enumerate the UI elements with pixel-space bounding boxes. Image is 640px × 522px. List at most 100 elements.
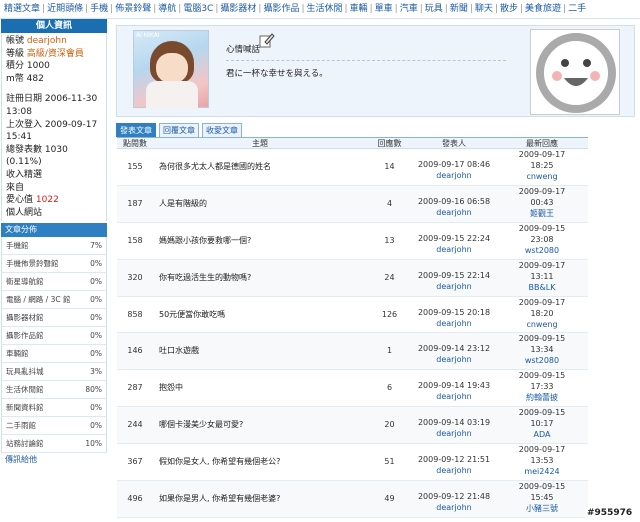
poster-cell: 2009-09-17 08:46 dearjohn <box>412 149 496 185</box>
article-category-row[interactable]: 手機館 7% <box>1 237 107 256</box>
nav-separator: | <box>258 4 262 14</box>
nav-separator: | <box>519 4 523 14</box>
nav-link[interactable]: 聊天 <box>475 4 493 14</box>
post-date: 2009-09-16 06:58 <box>417 196 491 206</box>
last-reply-time: 13:34 <box>530 345 554 355</box>
post-date: 2009-09-15 20:18 <box>417 307 491 317</box>
nav-link[interactable]: 手機 <box>90 4 108 14</box>
poster-cell: 2009-09-15 20:18 dearjohn <box>412 297 496 333</box>
article-distribution-title: 文章分佈 <box>1 223 107 238</box>
post-date: 2009-09-17 08:46 <box>417 160 491 169</box>
poster-link[interactable]: dearjohn <box>412 170 496 181</box>
last-reply-user[interactable]: mei2424 <box>496 466 588 477</box>
nav-link[interactable]: 車輛 <box>350 4 368 14</box>
article-category-row[interactable]: 衛星導航館 0% <box>1 273 107 292</box>
category-percent: 0% <box>90 277 102 287</box>
nav-link[interactable]: 攝影作品 <box>263 4 299 14</box>
poster-link[interactable]: dearjohn <box>412 428 496 439</box>
nav-link[interactable]: 散步 <box>500 4 518 14</box>
nav-separator: | <box>215 4 219 14</box>
poster-link[interactable]: dearjohn <box>412 391 496 402</box>
nav-link[interactable]: 二手 <box>568 4 586 14</box>
article-category-row[interactable]: 電腦 / 網路 / 3C 館 0% <box>1 291 107 310</box>
last-reply-cell: 2009-09-17 13:11 BB&LK <box>496 260 588 296</box>
nav-link[interactable]: 玩具 <box>425 4 443 14</box>
poster-link[interactable]: dearjohn <box>412 281 496 292</box>
topic-link[interactable]: 為何很多尤太人都是德國的姓名 <box>153 149 367 185</box>
topic-link[interactable]: 抱怨中 <box>153 370 367 406</box>
nav-link[interactable]: 導航 <box>158 4 176 14</box>
article-category-row[interactable]: 手機佈景鈴聲館 0% <box>1 255 107 274</box>
poster-link[interactable]: dearjohn <box>412 207 496 218</box>
article-category-row[interactable]: 車輛館 0% <box>1 345 107 364</box>
nav-separator: | <box>494 4 498 14</box>
article-category-row[interactable]: 新聞資料館 0% <box>1 399 107 418</box>
header-last-reply[interactable]: 最新回應 <box>496 138 588 148</box>
nav-separator: | <box>110 4 114 14</box>
last-reply-user[interactable]: cnweng <box>496 319 588 330</box>
nav-link[interactable]: 汽車 <box>400 4 418 14</box>
views-cell: 187 <box>127 198 143 208</box>
nav-link[interactable]: 美食旅遊 <box>525 4 561 14</box>
edit-icon[interactable] <box>259 32 275 48</box>
post-date: 2009-09-14 19:43 <box>417 381 491 391</box>
topic-link[interactable]: 你有吃過活生生的動物嗎? <box>153 260 367 296</box>
poster-link[interactable]: dearjohn <box>412 318 496 329</box>
last-reply-user[interactable]: wst2080 <box>496 245 588 256</box>
category-name: 攝影作品館 <box>6 331 44 341</box>
last-reply-user[interactable]: 小豬三號 <box>496 503 588 514</box>
nav-link[interactable]: 生活休閒 <box>307 4 343 14</box>
nav-link[interactable]: 新聞 <box>450 4 468 14</box>
article-category-row[interactable]: 二手雨館 0% <box>1 417 107 436</box>
poster-link[interactable]: dearjohn <box>412 244 496 255</box>
topic-link[interactable]: 哪個卡漫美少女最可愛? <box>153 407 367 443</box>
topic-link[interactable]: 如果你是男人, 你希望有幾個老婆? <box>153 481 367 517</box>
topic-link[interactable]: 媽媽跟小孩你要救哪一個? <box>153 223 367 259</box>
article-category-row[interactable]: 攝影器材館 0% <box>1 309 107 328</box>
nav-separator: | <box>178 4 182 14</box>
nav-link[interactable]: 電腦3C <box>183 4 213 14</box>
send-message-link[interactable]: 傳訊給他 <box>1 453 107 467</box>
article-category-row[interactable]: 生活休閒館 80% <box>1 381 107 400</box>
tab-favorites[interactable]: 收愛文章 <box>202 123 242 137</box>
nav-link[interactable]: 精選文章 <box>4 4 40 14</box>
header-views[interactable]: 點閱數 <box>117 138 153 148</box>
article-category-row[interactable]: 站務討論館 10% <box>1 435 107 454</box>
topic-link[interactable]: 50元便當你敢吃嗎 <box>153 297 367 333</box>
last-reply-user[interactable]: wst2080 <box>496 355 588 366</box>
tab-replied[interactable]: 回覆文章 <box>159 123 199 137</box>
website-label[interactable]: 個人網站 <box>6 207 102 220</box>
topic-link[interactable]: 吐口水遊戲 <box>153 333 367 369</box>
article-tabs: 發表文章 回覆文章 收愛文章 <box>116 123 242 137</box>
reg-time: 13:08 <box>6 106 32 117</box>
nav-link[interactable]: 佈景鈴聲 <box>115 4 151 14</box>
category-name: 衛星導航館 <box>6 277 44 287</box>
tab-posted[interactable]: 發表文章 <box>116 123 156 137</box>
poster-link[interactable]: dearjohn <box>412 354 496 365</box>
avatar: Ai NIKAI <box>133 30 209 109</box>
topic-link[interactable]: 假如你是女人, 你希望有幾個老公? <box>153 444 367 480</box>
watermark: #955976 <box>585 508 635 518</box>
views-cell: 367 <box>127 457 143 467</box>
last-reply-user[interactable]: cnweng <box>496 171 588 182</box>
nav-link[interactable]: 近期頭條 <box>47 4 83 14</box>
views-cell: 858 <box>127 309 143 319</box>
nav-link[interactable]: 單車 <box>375 4 393 14</box>
header-poster[interactable]: 發表人 <box>412 138 496 148</box>
header-topic[interactable]: 主題 <box>153 138 367 148</box>
nav-link[interactable]: 攝影器材 <box>220 4 256 14</box>
last-reply-date: 2009-09-15 <box>518 371 566 381</box>
poster-link[interactable]: dearjohn <box>412 465 496 476</box>
poster-cell: 2009-09-16 06:58 dearjohn <box>412 186 496 222</box>
category-percent: 0% <box>90 349 102 359</box>
article-category-row[interactable]: 攝影作品館 0% <box>1 327 107 346</box>
last-reply-user[interactable]: 姬觀王 <box>496 208 588 219</box>
category-name: 新聞資料館 <box>6 403 44 413</box>
header-replies[interactable]: 回應數 <box>367 138 412 148</box>
topic-link[interactable]: 人是有階級的 <box>153 186 367 222</box>
last-reply-user[interactable]: 約翰蕾披 <box>496 392 588 403</box>
last-reply-user[interactable]: ADA <box>496 429 588 440</box>
last-reply-user[interactable]: BB&LK <box>496 282 588 293</box>
poster-link[interactable]: dearjohn <box>412 502 496 513</box>
article-category-row[interactable]: 玩具亂抖城 3% <box>1 363 107 382</box>
